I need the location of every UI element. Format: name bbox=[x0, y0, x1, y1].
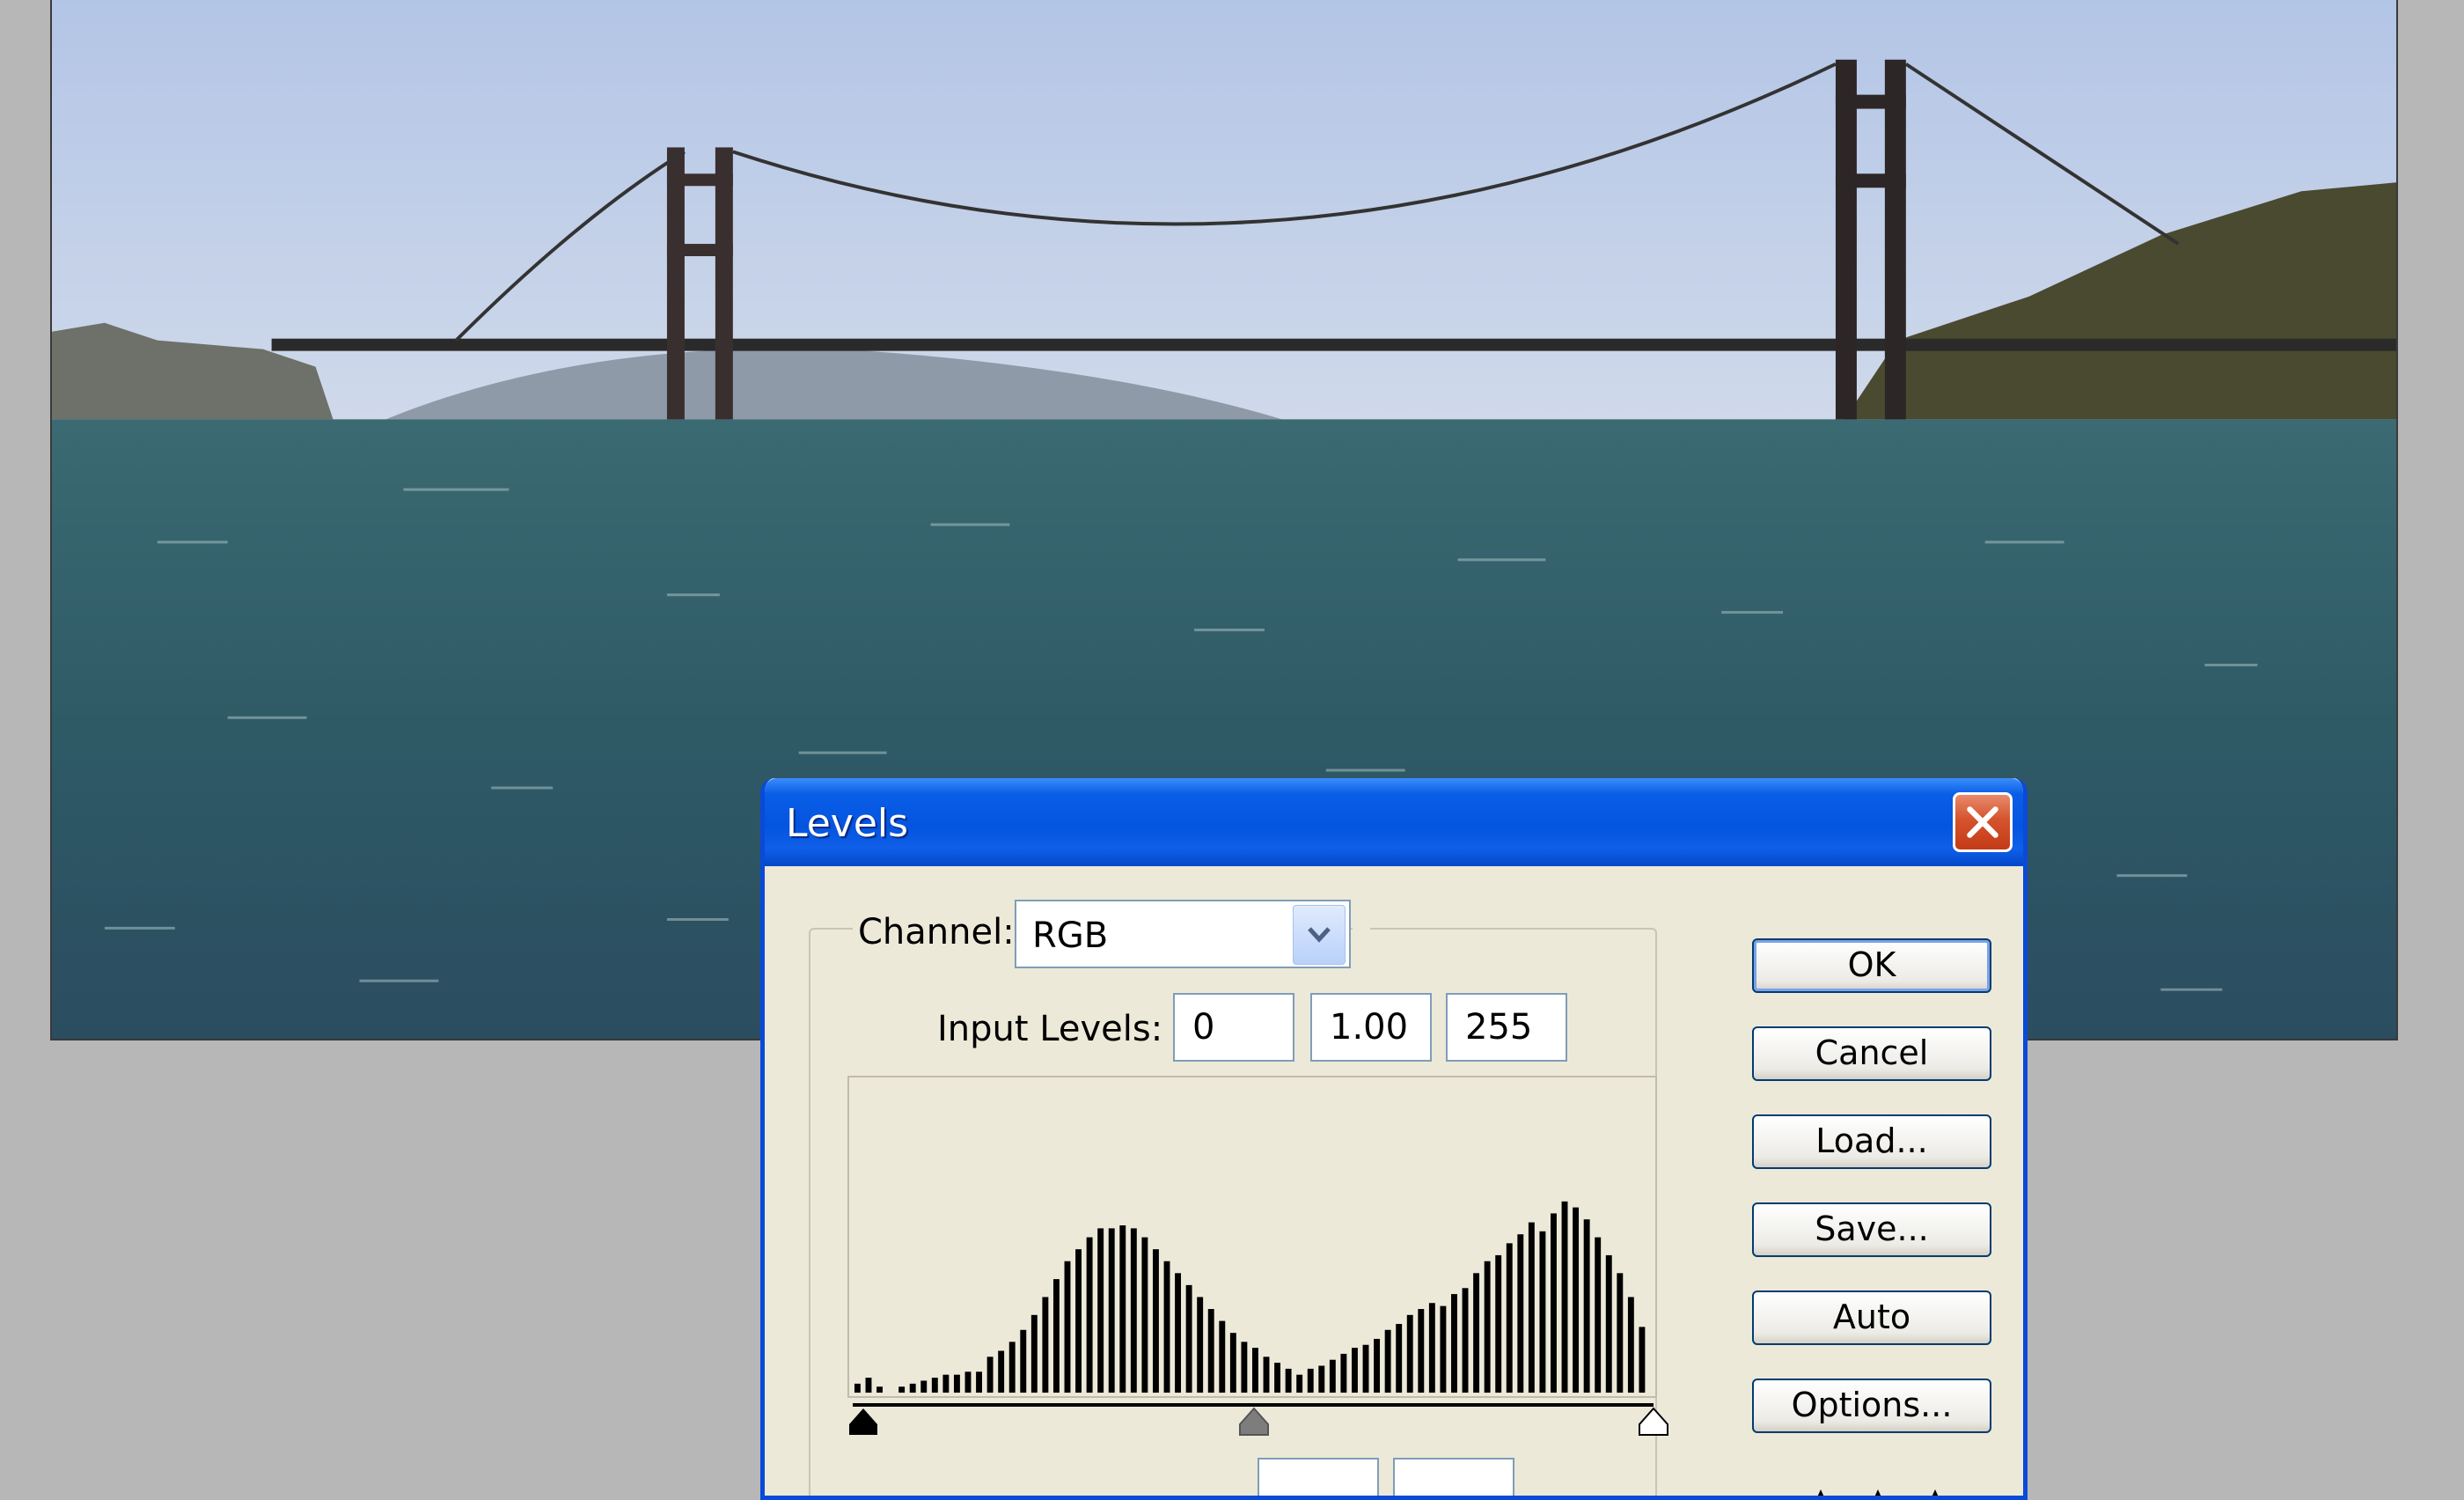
histogram-bar bbox=[1605, 1254, 1612, 1393]
histogram-bar bbox=[1097, 1228, 1104, 1393]
histogram-bar bbox=[1274, 1363, 1281, 1393]
black-point-slider[interactable] bbox=[846, 1407, 881, 1437]
cancel-button[interactable]: Cancel bbox=[1752, 1026, 1991, 1081]
histogram-bar bbox=[1352, 1348, 1358, 1393]
histogram-bar bbox=[1384, 1329, 1391, 1393]
gamma-slider[interactable] bbox=[1236, 1407, 1272, 1437]
histogram-bar bbox=[1219, 1320, 1226, 1393]
histogram-bar bbox=[1130, 1228, 1137, 1393]
eyedropper-icons[interactable] bbox=[1786, 1474, 1962, 1500]
histogram-bar bbox=[1639, 1327, 1646, 1393]
histogram-bar bbox=[1484, 1261, 1491, 1393]
histogram-bar bbox=[1573, 1207, 1580, 1393]
input-levels-label: Input Levels: bbox=[937, 1009, 1163, 1049]
histogram-bar bbox=[1318, 1365, 1325, 1393]
histogram-bar bbox=[1030, 1314, 1038, 1393]
save-button[interactable]: Save... bbox=[1752, 1202, 1991, 1257]
white-point-slider[interactable] bbox=[1636, 1407, 1671, 1437]
ok-button[interactable]: OK bbox=[1752, 938, 1991, 993]
histogram bbox=[847, 1076, 1657, 1398]
histogram-bar bbox=[876, 1386, 883, 1393]
histogram-bar bbox=[1517, 1234, 1524, 1393]
histogram-bar bbox=[1252, 1348, 1258, 1393]
histogram-bar bbox=[1561, 1201, 1568, 1393]
histogram-bar bbox=[1583, 1219, 1590, 1393]
histogram-bar bbox=[1440, 1305, 1447, 1393]
histogram-bar bbox=[1627, 1297, 1634, 1393]
histogram-bar bbox=[1296, 1374, 1303, 1393]
histogram-bar bbox=[1119, 1224, 1126, 1393]
histogram-bar bbox=[1595, 1237, 1602, 1393]
histogram-bar bbox=[1506, 1243, 1513, 1393]
auto-button[interactable]: Auto bbox=[1752, 1290, 1991, 1345]
histogram-bar bbox=[865, 1378, 872, 1393]
histogram-bar bbox=[986, 1357, 994, 1393]
histogram-bar bbox=[931, 1378, 938, 1393]
close-button[interactable] bbox=[1953, 792, 2013, 852]
histogram-bar bbox=[1042, 1297, 1049, 1393]
histogram-bar bbox=[953, 1374, 960, 1393]
histogram-bar bbox=[1141, 1237, 1148, 1393]
histogram-bar bbox=[1086, 1237, 1093, 1393]
histogram-bar bbox=[1462, 1288, 1469, 1393]
histogram-bar bbox=[854, 1383, 861, 1393]
histogram-bar bbox=[1008, 1342, 1016, 1393]
histogram-bar bbox=[998, 1350, 1005, 1393]
histogram-bar bbox=[1551, 1213, 1557, 1393]
histogram-bar bbox=[1329, 1359, 1336, 1393]
output-black-field[interactable] bbox=[1258, 1458, 1379, 1496]
histogram-bar bbox=[1340, 1353, 1347, 1393]
chevron-down-icon[interactable] bbox=[1293, 905, 1346, 965]
input-black-field[interactable]: 0 bbox=[1173, 993, 1294, 1062]
dialog-titlebar[interactable]: Levels bbox=[765, 778, 2023, 866]
histogram-bar bbox=[1020, 1329, 1027, 1393]
histogram-bar bbox=[1064, 1261, 1071, 1393]
histogram-bar bbox=[1528, 1222, 1535, 1393]
histogram-bar bbox=[1285, 1368, 1292, 1393]
histogram-bar bbox=[1241, 1342, 1248, 1393]
histogram-bar bbox=[1374, 1338, 1381, 1393]
load-button[interactable]: Load... bbox=[1752, 1114, 1991, 1169]
histogram-bar bbox=[1307, 1368, 1314, 1393]
options-button[interactable]: Options... bbox=[1752, 1379, 1991, 1433]
histogram-bar bbox=[942, 1374, 950, 1393]
histogram-bar bbox=[898, 1386, 906, 1393]
close-icon bbox=[1967, 806, 1998, 838]
histogram-bar bbox=[964, 1371, 972, 1393]
histogram-bar bbox=[909, 1383, 916, 1393]
input-gamma-field[interactable]: 1.00 bbox=[1310, 993, 1432, 1062]
histogram-bar bbox=[1362, 1344, 1369, 1393]
histogram-bar bbox=[1617, 1273, 1624, 1393]
levels-dialog: Levels Channel: RGB Input Levels: 0 1.00… bbox=[760, 778, 2028, 1500]
histogram-bar bbox=[976, 1371, 982, 1393]
dialog-title: Levels bbox=[786, 801, 909, 846]
histogram-bar bbox=[1418, 1309, 1425, 1393]
histogram-bar bbox=[1163, 1261, 1170, 1393]
channel-label: Channel: bbox=[853, 912, 1020, 952]
histogram-bar bbox=[1473, 1273, 1480, 1393]
histogram-bar bbox=[1108, 1228, 1115, 1393]
histogram-bar bbox=[1052, 1279, 1060, 1393]
histogram-bar bbox=[1406, 1314, 1413, 1393]
histogram-bar bbox=[1263, 1357, 1270, 1393]
histogram-bar bbox=[920, 1380, 928, 1393]
histogram-bar bbox=[1495, 1254, 1502, 1393]
histogram-bar bbox=[1428, 1303, 1435, 1393]
histogram-bar bbox=[1396, 1323, 1403, 1393]
histogram-bar bbox=[1185, 1284, 1192, 1393]
histogram-bar bbox=[1152, 1249, 1159, 1393]
histogram-bar bbox=[1197, 1297, 1204, 1393]
input-white-field[interactable]: 255 bbox=[1446, 993, 1567, 1062]
histogram-bar bbox=[1207, 1309, 1214, 1393]
histogram-bar bbox=[1229, 1333, 1236, 1393]
output-white-field[interactable] bbox=[1393, 1458, 1514, 1496]
channel-value: RGB bbox=[1032, 915, 1109, 956]
histogram-bar bbox=[1451, 1294, 1457, 1393]
histogram-bar bbox=[1539, 1231, 1546, 1393]
channel-select[interactable]: RGB bbox=[1015, 900, 1351, 968]
histogram-bar bbox=[1075, 1249, 1082, 1393]
histogram-bar bbox=[1175, 1273, 1182, 1393]
